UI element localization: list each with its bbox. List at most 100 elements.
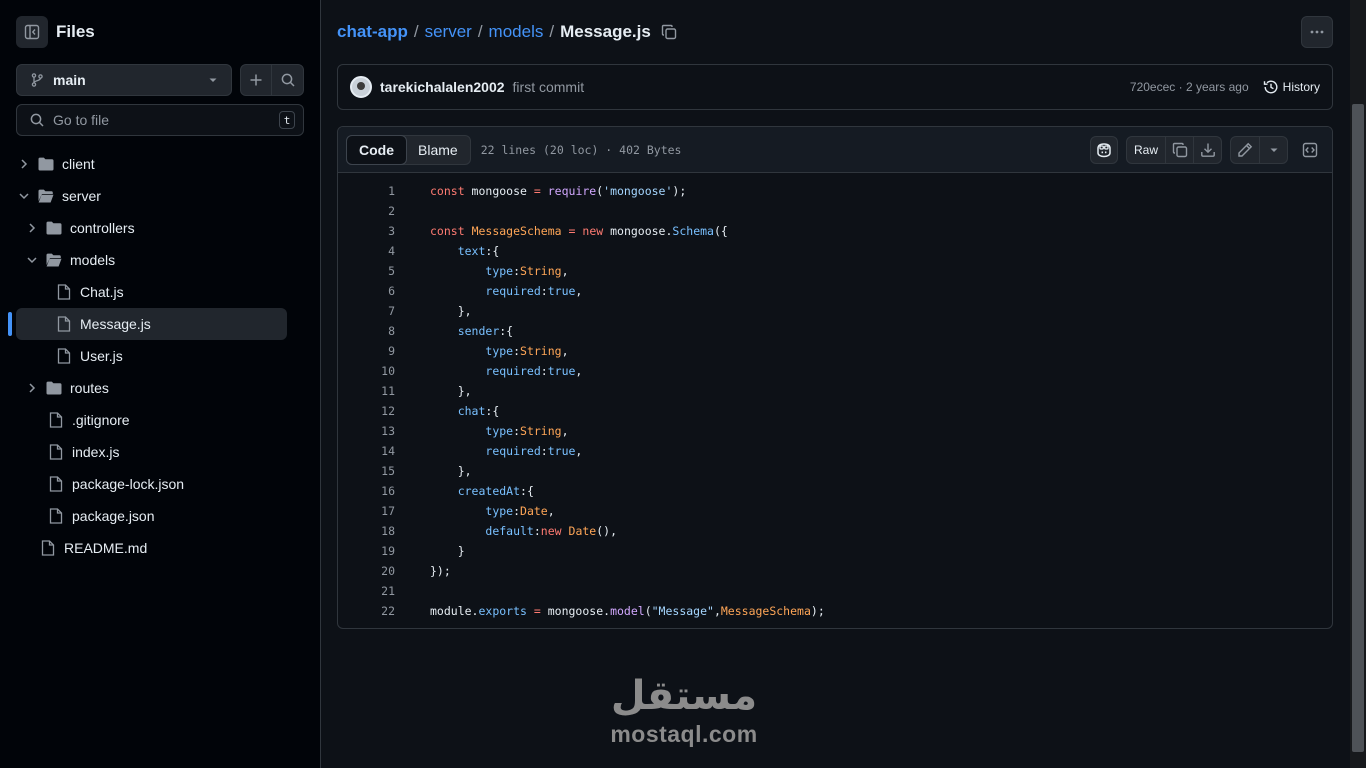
code-line: 2 — [338, 201, 1332, 221]
file-header: Code Blame 22 lines (20 loc) · 402 Bytes… — [338, 127, 1332, 173]
line-number: 4 — [388, 244, 395, 258]
commit-sha-and-time[interactable]: 720ecec · 2 years ago — [1130, 80, 1249, 94]
code-line: 20}); — [338, 561, 1332, 581]
file-icon — [48, 444, 64, 460]
sidebar-title: Files — [56, 22, 95, 41]
breadcrumb-separator: / — [549, 22, 555, 41]
file-icon — [40, 540, 56, 556]
page-scrollbar[interactable] — [1350, 0, 1366, 768]
tree-item-label: Message.js — [80, 316, 151, 332]
tree-item-routes[interactable]: routes — [0, 372, 320, 404]
code-listing[interactable]: 1 const mongoose = require('mongoose'); 2… — [338, 173, 1332, 621]
more-options-button[interactable] — [1301, 16, 1333, 48]
file-viewer: Code Blame 22 lines (20 loc) · 402 Bytes… — [337, 126, 1333, 629]
tree-item-models[interactable]: models — [0, 244, 320, 276]
tree-item-user-js[interactable]: User.js — [0, 340, 320, 372]
file-info: 22 lines (20 loc) · 402 Bytes — [480, 142, 682, 157]
download-button[interactable] — [1193, 136, 1221, 163]
avatar[interactable] — [350, 76, 372, 98]
tree-item-index-js[interactable]: index.js — [0, 436, 320, 468]
line-number: 22 — [381, 604, 395, 618]
copy-path-button[interactable] — [661, 24, 677, 40]
edit-file-button[interactable] — [1231, 137, 1259, 163]
tree-item-label: controllers — [70, 220, 135, 236]
raw-copy-download-group: Raw — [1126, 135, 1222, 164]
commit-author-link[interactable]: tarekichalalen2002 — [380, 79, 505, 95]
tree-item-controllers[interactable]: controllers — [0, 212, 320, 244]
tree-item-package-lock-json[interactable]: package-lock.json — [0, 468, 320, 500]
file-actions: Raw — [1090, 135, 1324, 164]
copilot-button[interactable] — [1090, 135, 1118, 164]
branch-selector[interactable]: main — [16, 64, 232, 96]
line-number: 21 — [381, 584, 395, 598]
line-number: 5 — [388, 264, 395, 278]
chevron-right-icon — [16, 156, 32, 172]
line-number: 13 — [381, 424, 395, 438]
history-icon — [1263, 79, 1279, 95]
breadcrumb-separator: / — [477, 22, 483, 41]
copy-raw-button[interactable] — [1165, 136, 1193, 163]
raw-button[interactable]: Raw — [1127, 137, 1165, 163]
plus-icon — [248, 72, 264, 88]
scrollbar-thumb[interactable] — [1352, 104, 1364, 752]
tree-item-chat-js[interactable]: Chat.js — [0, 276, 320, 308]
file-content-area: chat-app / server / models / Message.js … — [321, 0, 1350, 768]
edit-options-dropdown[interactable] — [1259, 136, 1287, 163]
breadcrumb-server-link[interactable]: server — [425, 22, 472, 42]
tree-item-label: README.md — [64, 540, 148, 556]
sidebar-collapse-icon — [24, 24, 40, 40]
line-number: 11 — [381, 384, 395, 398]
code-line: 22 module.exports = mongoose.model("Messa… — [338, 601, 1332, 621]
folder-open-icon — [46, 252, 62, 268]
code-tab[interactable]: Code — [346, 134, 407, 165]
file-icon — [48, 508, 64, 524]
watermark-arabic-text: مستقل — [610, 673, 758, 719]
code-line: 12 chat:{ — [338, 401, 1332, 421]
code-line: 21 — [338, 581, 1332, 601]
add-file-button[interactable] — [241, 65, 273, 95]
tree-item-server[interactable]: server — [0, 180, 320, 212]
line-number: 7 — [388, 304, 395, 318]
symbols-panel-button[interactable] — [1296, 136, 1324, 164]
line-number: 19 — [381, 544, 395, 558]
go-to-file-input[interactable] — [53, 112, 279, 128]
search-icon — [29, 112, 45, 128]
search-icon — [280, 72, 296, 88]
file-icon — [48, 412, 64, 428]
search-code-button[interactable] — [272, 65, 303, 95]
code-line: 17 type:Date, — [338, 501, 1332, 521]
breadcrumb-repo-link[interactable]: chat-app — [337, 22, 408, 42]
tree-item-label: package.json — [72, 508, 155, 524]
line-number: 3 — [388, 224, 395, 238]
tree-item-package-json[interactable]: package.json — [0, 500, 320, 532]
view-mode-toggle: Code Blame — [346, 134, 471, 165]
commit-message-link[interactable]: first commit — [513, 79, 585, 95]
tree-item-message-js[interactable]: Message.js — [8, 308, 287, 340]
breadcrumb-models-link[interactable]: models — [489, 22, 544, 42]
code-line: 13 type:String, — [338, 421, 1332, 441]
tree-item-readme[interactable]: README.md — [0, 532, 320, 564]
pencil-icon — [1237, 142, 1253, 158]
tree-item-client[interactable]: client — [0, 148, 320, 180]
tree-item-label: client — [62, 156, 95, 172]
blame-tab[interactable]: Blame — [406, 136, 470, 164]
sidebar-actions — [240, 64, 304, 96]
chevron-down-icon — [24, 252, 40, 268]
line-number: 2 — [388, 204, 395, 218]
history-button[interactable]: History — [1259, 79, 1320, 95]
tree-item-label: server — [62, 188, 101, 204]
line-number: 1 — [388, 184, 395, 198]
github-file-view: Files main Go to file t client server co… — [0, 0, 1366, 768]
kebab-horizontal-icon — [1309, 24, 1325, 40]
code-line: 7 }, — [338, 301, 1332, 321]
line-number: 14 — [381, 444, 395, 458]
line-number: 16 — [381, 484, 395, 498]
chevron-right-icon — [24, 380, 40, 396]
latest-commit-bar: tarekichalalen2002 first commit 720ecec … — [337, 64, 1333, 110]
collapse-sidebar-button[interactable] — [16, 16, 48, 48]
breadcrumb-separator: / — [413, 22, 419, 41]
tree-item-gitignore[interactable]: .gitignore — [0, 404, 320, 436]
line-number: 8 — [388, 324, 395, 338]
file-icon — [56, 284, 72, 300]
line-number: 12 — [381, 404, 395, 418]
